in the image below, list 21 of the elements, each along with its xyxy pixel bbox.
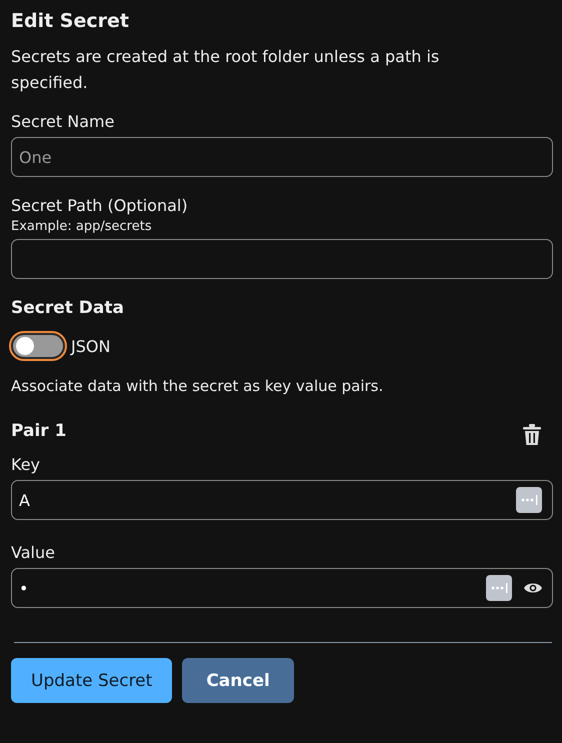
- toggle-label: JSON: [71, 336, 110, 356]
- password-manager-icon[interactable]: [516, 487, 542, 513]
- key-field[interactable]: A: [11, 480, 553, 520]
- field-label: Key: [11, 454, 40, 476]
- section-heading: Secret Data: [11, 297, 124, 320]
- pair-heading: Pair 1: [11, 420, 66, 443]
- dialog-title: Edit Secret: [11, 9, 129, 34]
- field-hint: Example: app/secrets: [11, 218, 152, 236]
- secret-path-field[interactable]: [11, 239, 553, 279]
- intro-text: Secrets are created at the root folder unless a path is specified.: [11, 46, 440, 94]
- json-toggle[interactable]: [11, 333, 65, 359]
- description-text: Associate data with the secret as key value pairs.: [11, 376, 384, 397]
- trash-icon[interactable]: [523, 424, 541, 446]
- field-label: Secret Path (Optional): [11, 195, 188, 217]
- password-manager-icon[interactable]: [486, 575, 512, 601]
- field-label: Secret Name: [11, 111, 114, 133]
- field-label: Value: [11, 542, 55, 564]
- action-button[interactable]: Cancel: [182, 658, 294, 703]
- action-button[interactable]: Update Secret: [11, 658, 172, 703]
- value-field[interactable]: •: [11, 568, 553, 608]
- eye-icon[interactable]: [524, 582, 542, 594]
